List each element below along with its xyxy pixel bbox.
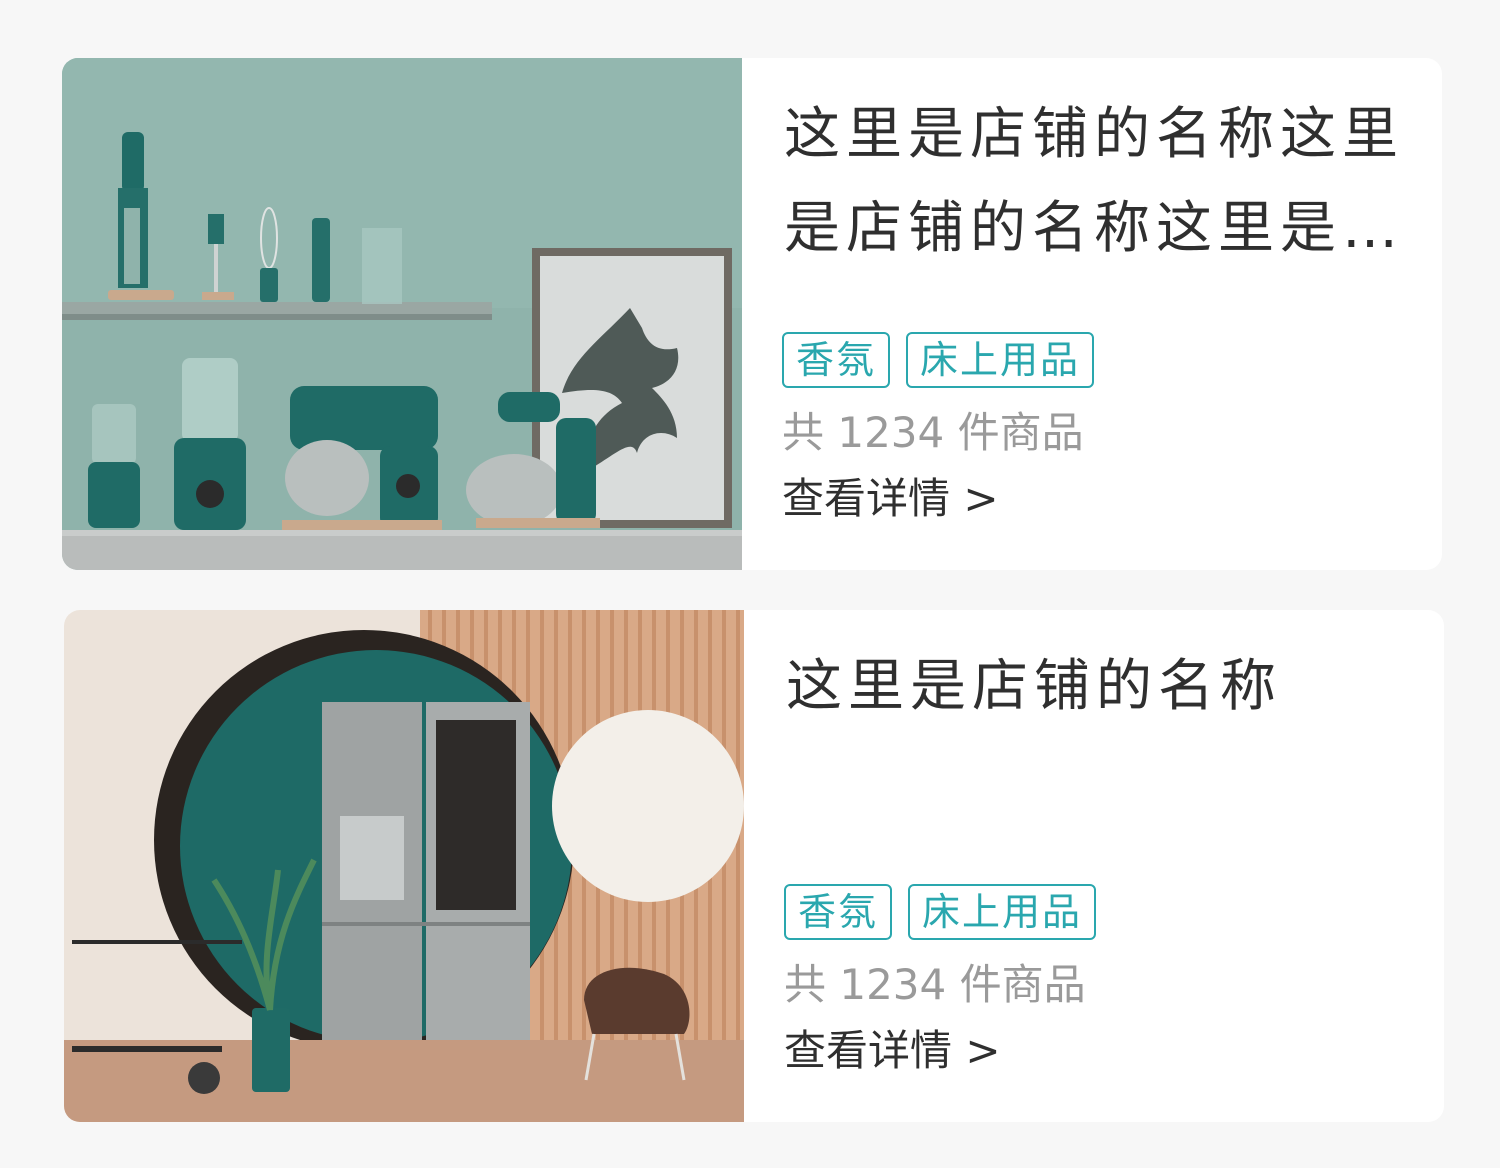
- tag: 床上用品: [906, 332, 1095, 388]
- tag-list: 香氛 床上用品: [782, 332, 1095, 388]
- shop-meta: 香氛 床上用品 共 1234 件商品 查看详情 >: [784, 884, 1097, 1078]
- tag: 香氛: [784, 884, 893, 940]
- shop-image-kitchen-appliances[interactable]: [62, 58, 742, 570]
- shop-meta: 香氛 床上用品 共 1234 件商品 查看详情 >: [782, 332, 1095, 526]
- shop-image-refrigerator-room[interactable]: [64, 610, 744, 1122]
- product-count: 共 1234 件商品: [782, 408, 1084, 457]
- tag: 香氛: [782, 332, 891, 388]
- tag-list: 香氛 床上用品: [784, 884, 1097, 940]
- shop-name: 这里是店铺的名称: [786, 654, 1282, 719]
- shop-name: 这里是店铺的名称这里是店铺的名称这里是店铺的名称: [784, 102, 1404, 261]
- shop-info: 这里是店铺的名称 香氛 床上用品 共 1234 件商品 查看详情 >: [744, 610, 1444, 1122]
- shop-card[interactable]: 这里是店铺的名称这里是店铺的名称这里是店铺的名称 香氛 床上用品 共 1234 …: [62, 58, 1442, 570]
- shop-list: 这里是店铺的名称这里是店铺的名称这里是店铺的名称 香氛 床上用品 共 1234 …: [0, 0, 1500, 1168]
- view-details-link[interactable]: 查看详情 >: [784, 1024, 1096, 1078]
- shop-card[interactable]: 这里是店铺的名称 香氛 床上用品 共 1234 件商品 查看详情 >: [64, 610, 1444, 1122]
- product-count: 共 1234 件商品: [784, 960, 1086, 1009]
- view-details-link[interactable]: 查看详情 >: [782, 472, 1094, 526]
- tag: 床上用品: [908, 884, 1097, 940]
- shop-info: 这里是店铺的名称这里是店铺的名称这里是店铺的名称 香氛 床上用品 共 1234 …: [742, 58, 1442, 570]
